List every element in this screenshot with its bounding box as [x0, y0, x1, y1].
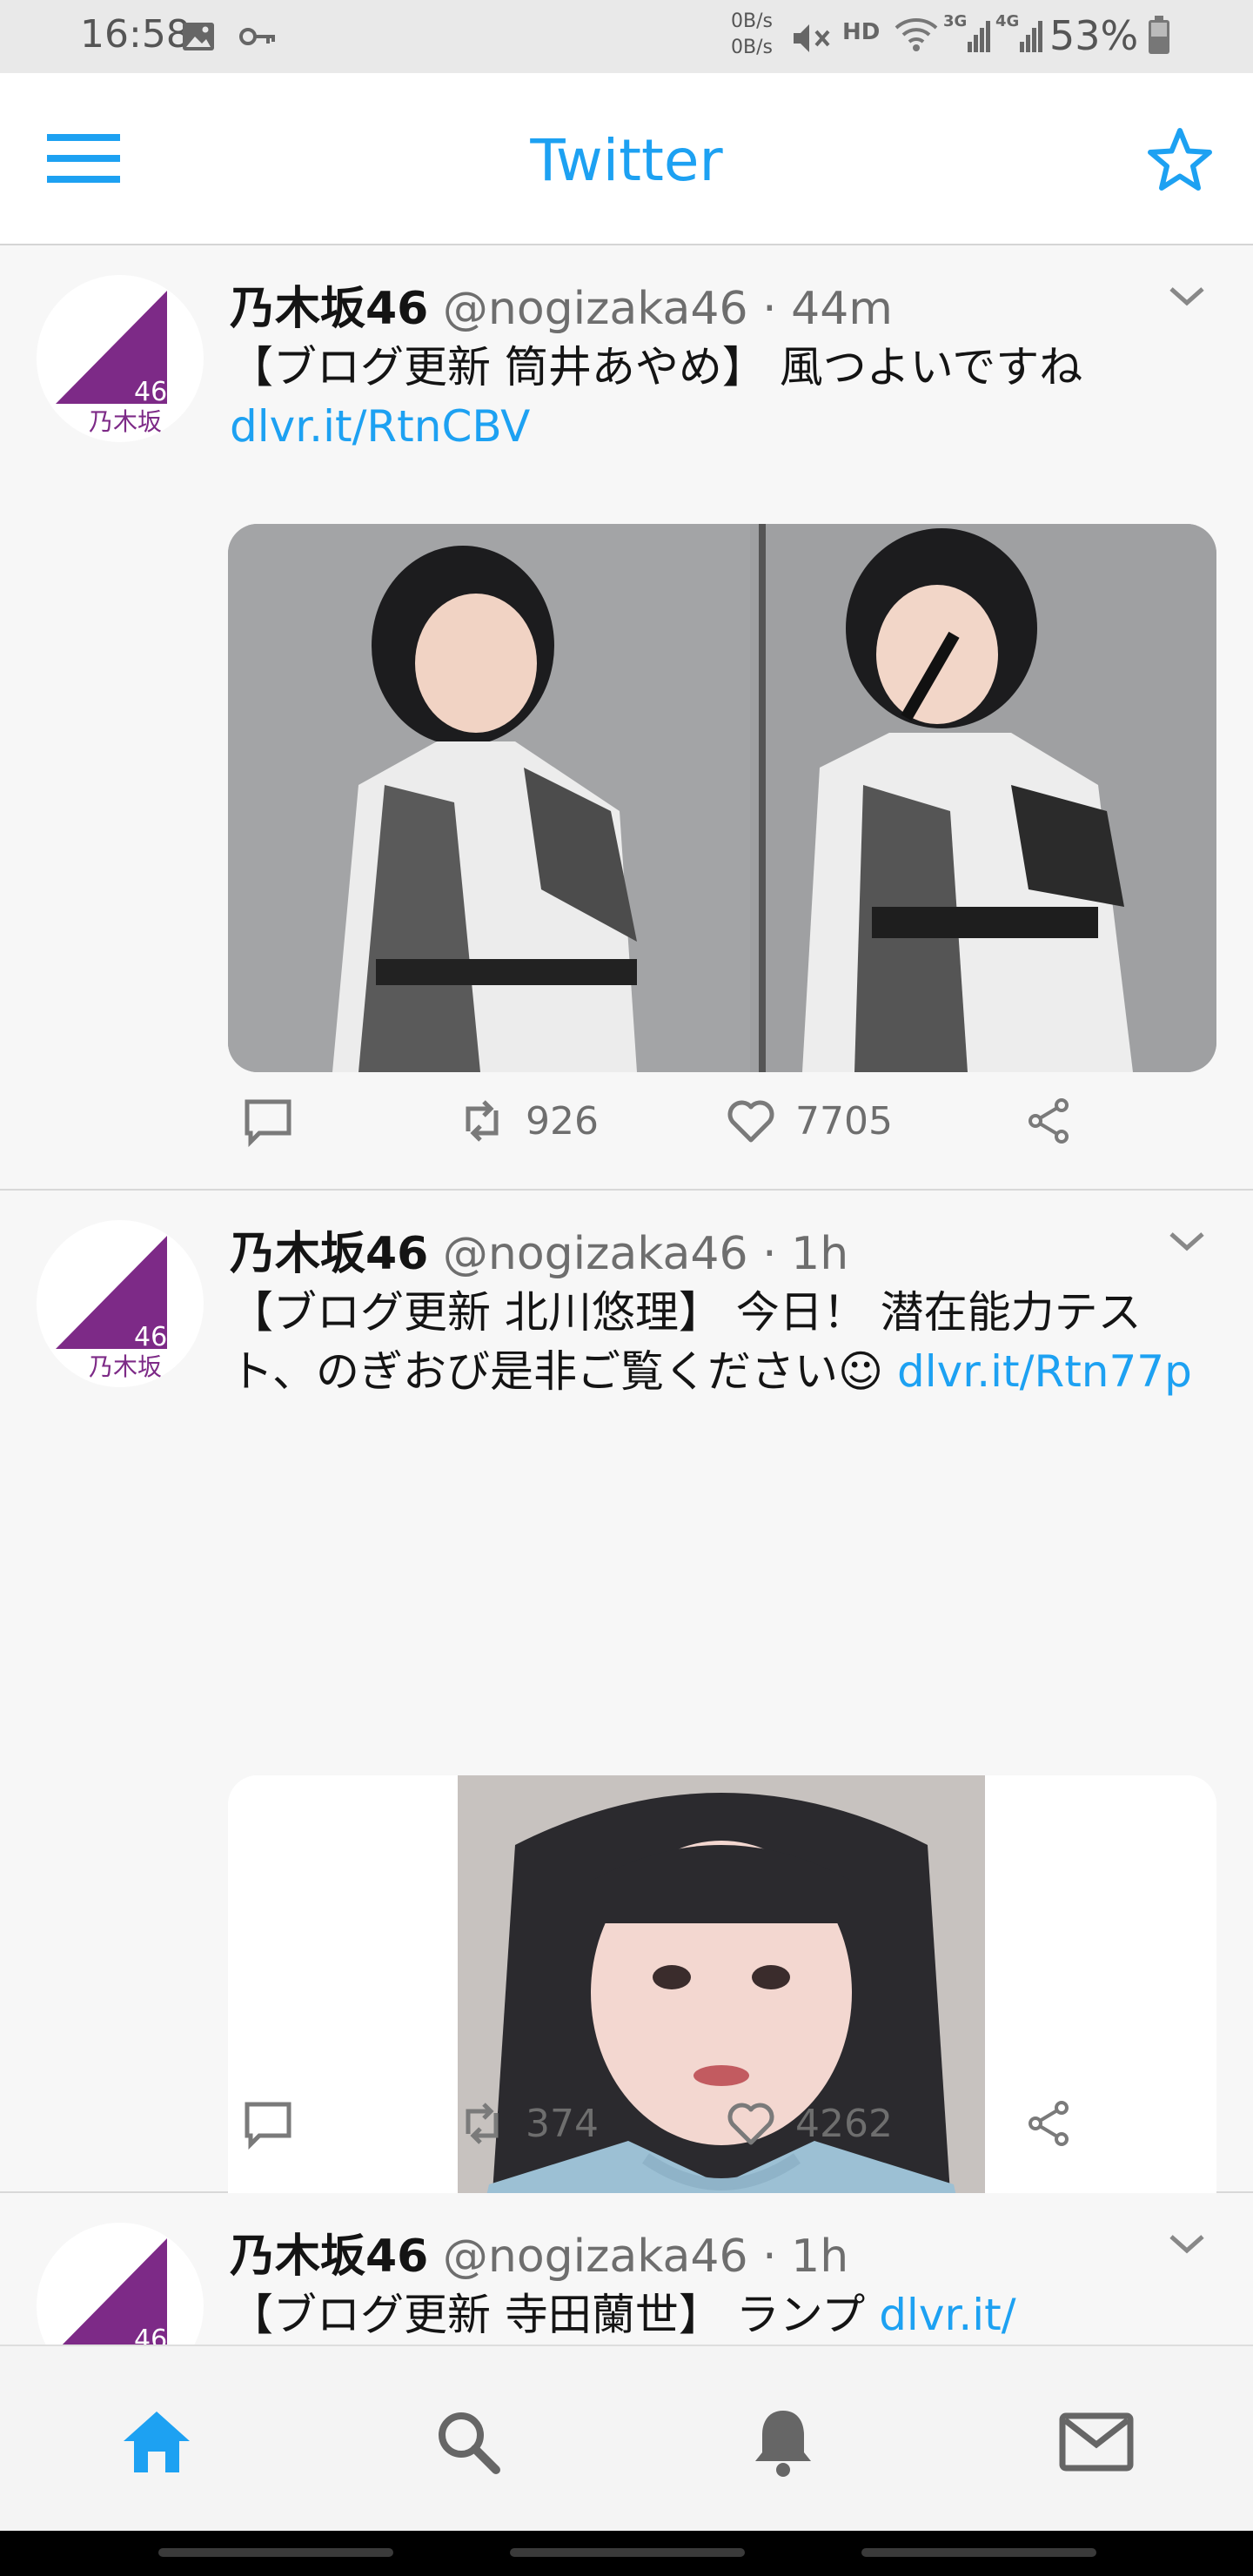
signal-3g-icon: 3G — [943, 12, 990, 59]
battery-percent: 53% — [1049, 12, 1139, 59]
like-button[interactable]: 4262 — [726, 2089, 893, 2158]
meta-separator: · — [762, 283, 777, 335]
author-name[interactable]: 乃木坂46 — [230, 283, 428, 335]
favorites-button[interactable] — [1145, 125, 1215, 195]
tweet-link[interactable]: dlvr.it/RtnCBV — [230, 401, 530, 452]
tweet-age: 1h — [791, 1228, 849, 1280]
author-name[interactable]: 乃木坂46 — [230, 2231, 428, 2283]
hd-label: HD — [842, 19, 881, 45]
chevron-down-icon — [1169, 287, 1204, 306]
retweet-count: 374 — [526, 2101, 599, 2146]
tweet-item[interactable]: 46 乃木坂 乃木坂46 @nogizaka46 · 1h 【ブログ更新 北川悠… — [0, 1191, 1253, 2324]
mute-icon — [790, 19, 834, 61]
retweet-icon — [466, 1100, 499, 1142]
search-icon — [439, 2412, 500, 2474]
avatar[interactable]: 46 乃木坂 — [37, 275, 204, 442]
status-time: 16:58 — [80, 12, 191, 57]
tweet-body: 【ブログ更新 寺田蘭世】 ランプ — [230, 2290, 880, 2340]
gallery-notification-icon — [181, 19, 216, 57]
tweet-text: 【ブログ更新 筒井あやめ】 風つよいですね dlvr.it/RtnCBV — [230, 338, 1196, 456]
app-bar: Twitter — [0, 73, 1253, 245]
svg-text:3G: 3G — [943, 12, 967, 30]
tweet-text: 【ブログ更新 北川悠理】 今日！ 潜在能力テスト、のぎおび是非ご覧ください☺ d… — [230, 1283, 1196, 1401]
tweet-link[interactable]: dlvr.it/ — [879, 2290, 1015, 2340]
status-bar: 16:58 0B/s 0B/s HD 3G 4G 53% — [0, 0, 1253, 73]
network-rate: 0B/s 0B/s — [731, 9, 773, 61]
retweet-count: 926 — [526, 1098, 599, 1144]
tweet-link[interactable]: dlvr.it/Rtn77p — [897, 1346, 1192, 1397]
app-title: Twitter — [530, 127, 723, 194]
wifi-icon — [893, 16, 940, 57]
tweet-options-button[interactable] — [1163, 280, 1211, 315]
tweet-meta: 乃木坂46 @nogizaka46 · 44m — [230, 272, 893, 337]
like-count: 7705 — [795, 1098, 893, 1144]
heart-icon — [727, 1100, 774, 1143]
chevron-down-icon — [1169, 2235, 1204, 2254]
tweet-age: 44m — [791, 283, 893, 335]
recent-apps-handle[interactable] — [158, 2548, 393, 2557]
reply-icon — [245, 2102, 291, 2150]
tweet-item[interactable]: 46 乃木坂 乃木坂46 @nogizaka46 · 44m 【ブログ更新 筒井… — [0, 245, 1253, 1191]
photo-two-members — [228, 524, 1216, 1072]
back-handle[interactable] — [861, 2548, 1096, 2557]
chevron-down-icon — [1169, 1232, 1204, 1251]
meta-separator: · — [762, 1228, 777, 1280]
avatar-number: 46 — [134, 1322, 167, 1352]
share-button[interactable] — [1025, 2089, 1093, 2158]
share-icon — [1029, 2101, 1069, 2146]
mail-icon — [1059, 2412, 1134, 2472]
tweet-options-button[interactable] — [1163, 2228, 1211, 2263]
like-count: 4262 — [795, 2101, 893, 2146]
tweet-actions: 374 4262 — [230, 2089, 1218, 2158]
tweet-options-button[interactable] — [1163, 1225, 1211, 1260]
avatar-kanji: 乃木坂 — [89, 1352, 162, 1381]
battery-icon — [1147, 16, 1171, 59]
tweet-item[interactable]: 46 乃木坂46 @nogizaka46 · 1h 【ブログ更新 寺田蘭世】 ラ… — [0, 2193, 1253, 2345]
tweet-age: 1h — [791, 2231, 849, 2283]
tweet-meta: 乃木坂46 @nogizaka46 · 1h — [230, 1217, 848, 1282]
rate-down: 0B/s — [731, 37, 773, 58]
reply-icon — [245, 1099, 291, 1147]
tweet-text: 【ブログ更新 寺田蘭世】 ランプ dlvr.it/ — [230, 2285, 1196, 2345]
system-navigation-bar — [0, 2531, 1253, 2576]
bell-icon — [755, 2411, 811, 2477]
rate-up: 0B/s — [731, 10, 773, 32]
key-icon — [238, 19, 277, 57]
signal-4g-icon: 4G — [995, 12, 1042, 59]
meta-separator: · — [762, 2231, 777, 2283]
author-handle[interactable]: @nogizaka46 — [443, 283, 748, 335]
tweet-meta: 乃木坂46 @nogizaka46 · 1h — [230, 2219, 848, 2284]
avatar[interactable]: 46 — [37, 2223, 204, 2345]
nav-messages[interactable] — [1044, 2390, 1149, 2494]
home-handle[interactable] — [510, 2548, 745, 2557]
star-outline-icon — [1148, 128, 1212, 191]
reply-button[interactable] — [242, 1086, 313, 1156]
share-icon — [1029, 1098, 1069, 1144]
nav-search[interactable] — [416, 2390, 520, 2494]
avatar-kanji: 乃木坂 — [89, 407, 162, 436]
tweet-image[interactable] — [228, 524, 1216, 1072]
author-handle[interactable]: @nogizaka46 — [443, 1228, 748, 1280]
timeline-feed[interactable]: 46 乃木坂 乃木坂46 @nogizaka46 · 44m 【ブログ更新 筒井… — [0, 245, 1253, 2345]
svg-text:4G: 4G — [995, 12, 1019, 30]
avatar-number: 46 — [134, 2324, 167, 2345]
avatar[interactable]: 46 乃木坂 — [37, 1220, 204, 1387]
avatar-number: 46 — [134, 377, 167, 407]
share-button[interactable] — [1025, 1086, 1093, 1156]
bottom-navigation — [0, 2345, 1253, 2532]
reply-button[interactable] — [242, 2089, 313, 2158]
tweet-actions: 926 7705 — [230, 1086, 1218, 1156]
like-button[interactable]: 7705 — [726, 1086, 893, 1156]
heart-icon — [727, 2103, 774, 2145]
retweet-button[interactable]: 374 — [458, 2089, 599, 2158]
retweet-button[interactable]: 926 — [458, 1086, 599, 1156]
nav-home[interactable] — [104, 2390, 209, 2494]
home-icon — [124, 2412, 190, 2472]
author-name[interactable]: 乃木坂46 — [230, 1228, 428, 1280]
author-handle[interactable]: @nogizaka46 — [443, 2231, 748, 2283]
tweet-body: 【ブログ更新 筒井あやめ】 風つよいですね — [230, 342, 1083, 392]
nav-notifications[interactable] — [731, 2390, 835, 2494]
retweet-icon — [466, 2103, 499, 2144]
